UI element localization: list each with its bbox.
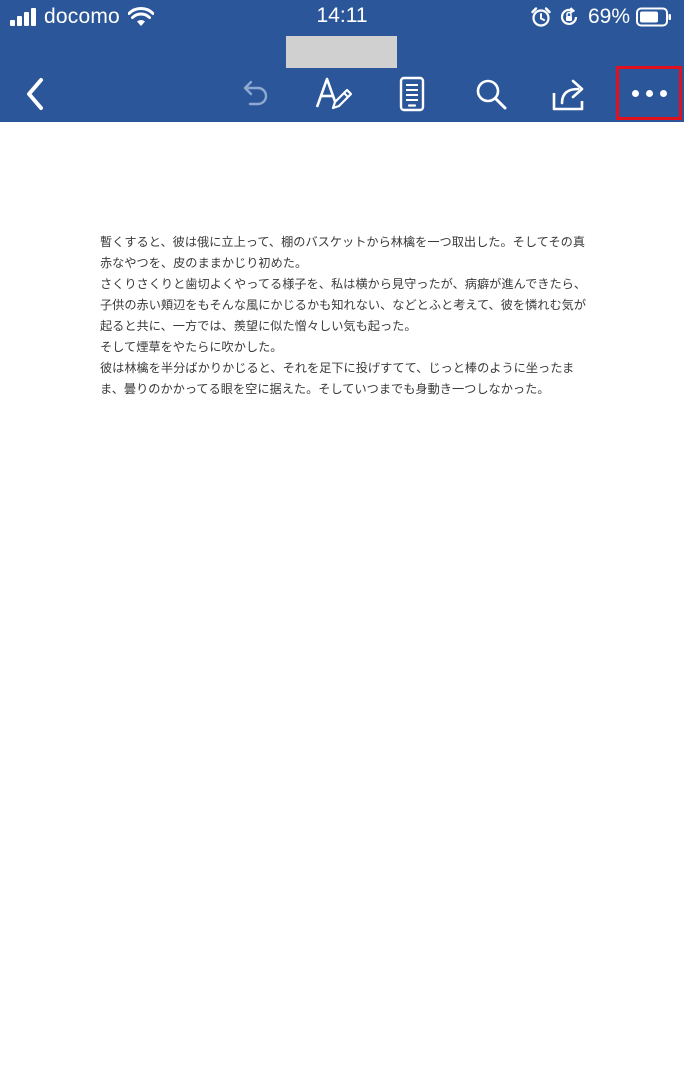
document-paragraph: 彼は林檎を半分ばかりかじると、それを足下に投げすてて、じっと棒のように坐ったまま…: [100, 361, 575, 396]
more-icon: [631, 89, 667, 97]
document-body[interactable]: 暫くすると、彼は俄に立上って、棚のバスケットから林檎を一つ取出した。そしてその真…: [100, 232, 596, 400]
reading-view-icon: [399, 76, 425, 112]
reading-view-button[interactable]: [388, 70, 436, 118]
app-header: docomo 14:11 69%: [0, 0, 684, 122]
back-button[interactable]: [12, 70, 60, 118]
edit-icon: [315, 77, 353, 110]
document-paragraph: 暫くすると、彼は俄に立上って、棚のバスケットから林檎を一つ取出した。そしてその真…: [100, 235, 586, 270]
more-options-button[interactable]: [616, 66, 682, 120]
undo-button[interactable]: [230, 70, 278, 118]
share-icon: [552, 79, 584, 111]
document-paragraph: さくりさくりと歯切よくやってる様子を、私は横から見守ったが、病癖が進んできたら、…: [100, 277, 587, 333]
status-right-group: 69%: [524, 5, 672, 29]
share-button[interactable]: [546, 70, 594, 118]
toolbar: [0, 66, 684, 122]
status-bar: docomo 14:11 69%: [0, 0, 684, 34]
undo-icon: [243, 80, 268, 106]
edit-button[interactable]: [309, 70, 357, 118]
alarm-icon: [531, 7, 551, 27]
battery-percent: 69%: [587, 5, 630, 28]
search-button[interactable]: [467, 70, 515, 118]
battery-icon: [636, 7, 671, 27]
document-title[interactable]: [286, 36, 397, 68]
document-paragraph: そして煙草をやたらに吹かした。: [100, 340, 283, 354]
search-icon: [476, 79, 507, 110]
back-icon: [27, 78, 43, 110]
orientation-lock-icon: [560, 7, 578, 26]
